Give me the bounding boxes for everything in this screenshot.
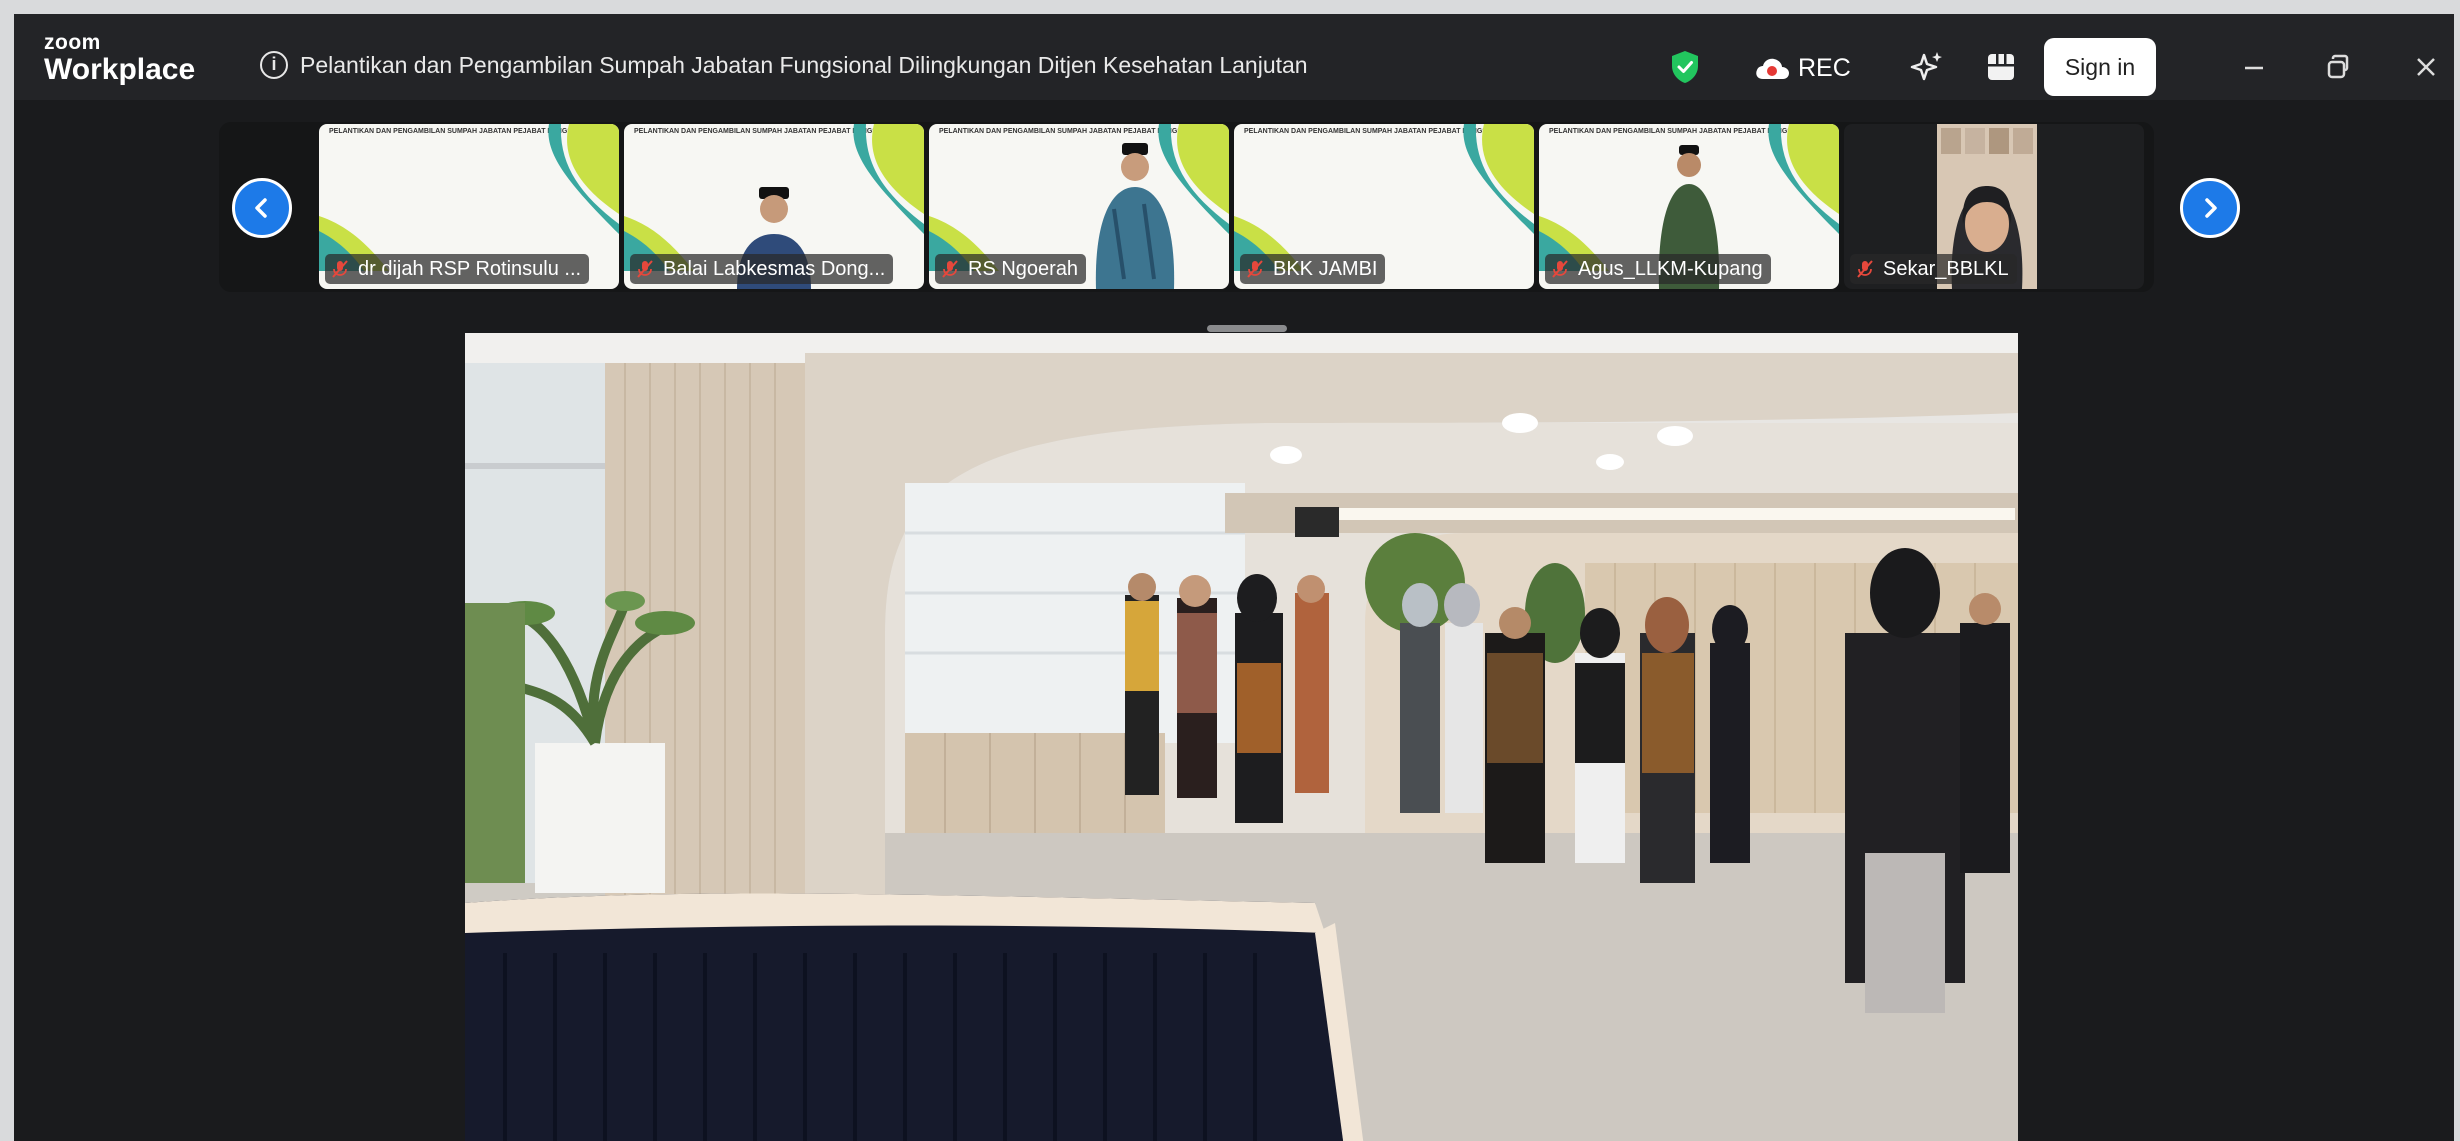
logo-zoom-text: zoom [44, 31, 101, 54]
resize-handle[interactable] [1207, 325, 1287, 332]
mic-muted-icon [637, 260, 653, 278]
restore-icon[interactable] [2321, 50, 2355, 84]
zoom-window: zoom Workplace i Pelantikan dan Pengambi… [14, 14, 2454, 1141]
rec-label: REC [1798, 54, 1851, 82]
participant-name: Sekar_BBLKL [1883, 257, 2009, 280]
participant-tile[interactable]: Sekar_BBLKL [1844, 124, 2144, 289]
participant-name-bar: BKK JAMBI [1240, 254, 1386, 284]
meeting-title: Pelantikan dan Pengambilan Sumpah Jabata… [300, 52, 1308, 78]
mic-muted-icon [1857, 260, 1873, 278]
participant-name: BKK JAMBI [1273, 257, 1378, 280]
room-scene-image [465, 333, 2018, 1141]
participant-name-bar: Agus_LLKM-Kupang [1545, 254, 1771, 284]
mic-muted-icon [942, 260, 958, 278]
mic-muted-icon [332, 260, 348, 278]
participant-tile[interactable]: PELANTIKAN DAN PENGAMBILAN SUMPAH JABATA… [624, 124, 924, 289]
participant-name-bar: Balai Labkesmas Dong... [630, 254, 894, 284]
sign-in-button[interactable]: Sign in [2044, 38, 2156, 96]
zoom-logo: zoom Workplace [44, 32, 195, 85]
logo-workplace-text: Workplace [44, 53, 196, 86]
screen-background: zoom Workplace i Pelantikan dan Pengambi… [0, 0, 2460, 1141]
mic-muted-icon [1552, 260, 1568, 278]
sparkle-icon[interactable] [1910, 50, 1944, 84]
slide-decoration [548, 124, 619, 234]
participant-name-bar: Sekar_BBLKL [1850, 254, 2017, 284]
shield-check-icon[interactable] [1670, 50, 1700, 84]
chevron-left-icon [255, 198, 267, 218]
participant-name-bar: RS Ngoerah [935, 254, 1087, 284]
participant-tiles: PELANTIKAN DAN PENGAMBILAN SUMPAH JABATA… [319, 124, 2204, 289]
participant-video-person [1095, 143, 1175, 289]
record-button[interactable]: REC [1754, 54, 1851, 83]
apps-grid-icon[interactable] [1986, 52, 2016, 82]
close-icon[interactable] [2409, 50, 2443, 84]
slide-decoration [1463, 124, 1534, 234]
participant-tile[interactable]: PELANTIKAN DAN PENGAMBILAN SUMPAH JABATA… [1539, 124, 1839, 289]
cloud-record-icon [1756, 58, 1789, 79]
participant-name: dr dijah RSP Rotinsulu ... [358, 257, 582, 280]
slide-decoration [853, 124, 924, 234]
participant-tile[interactable]: PELANTIKAN DAN PENGAMBILAN SUMPAH JABATA… [1234, 124, 1534, 289]
participant-name: RS Ngoerah [968, 257, 1079, 280]
participant-tile[interactable]: PELANTIKAN DAN PENGAMBILAN SUMPAH JABATA… [319, 124, 619, 289]
participant-name: Balai Labkesmas Dong... [663, 257, 886, 280]
minimize-icon[interactable] [2237, 50, 2271, 84]
slide-decoration [1768, 124, 1839, 234]
gallery-prev-button[interactable] [232, 178, 292, 238]
mic-muted-icon [1247, 260, 1263, 278]
participant-name: Agus_LLKM-Kupang [1578, 257, 1763, 280]
participant-tile[interactable]: PELANTIKAN DAN PENGAMBILAN SUMPAH JABATA… [929, 124, 1229, 289]
main-video-feed [465, 333, 2018, 1141]
title-bar: zoom Workplace i Pelantikan dan Pengambi… [14, 14, 2454, 100]
info-icon[interactable]: i [260, 51, 288, 79]
participant-name-bar: dr dijah RSP Rotinsulu ... [325, 254, 590, 284]
